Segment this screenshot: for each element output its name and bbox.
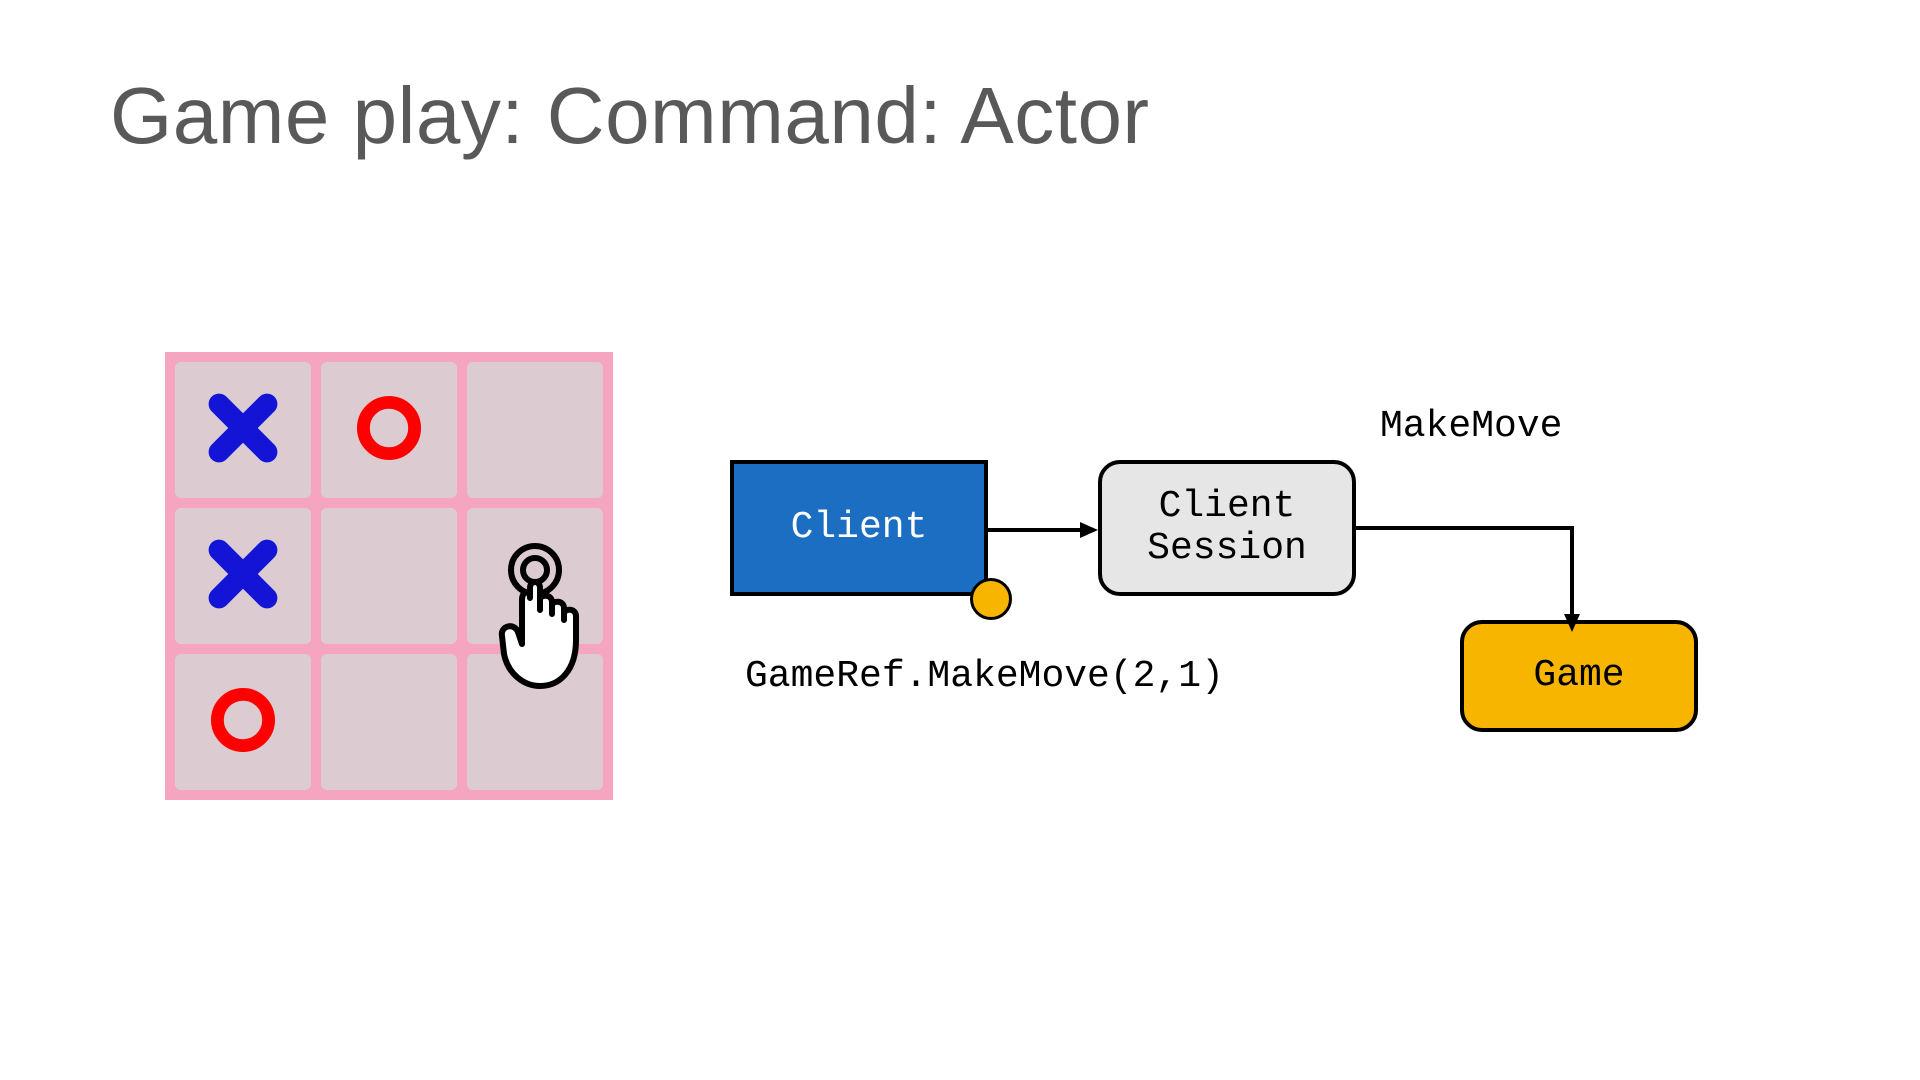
o-mark-icon: [349, 388, 429, 473]
node-game-label: Game: [1533, 655, 1624, 697]
cell-2-1[interactable]: [321, 654, 457, 790]
cell-1-0[interactable]: [175, 508, 311, 644]
arrow-session-to-game: [1356, 518, 1596, 638]
arrow-client-to-session: [988, 518, 1098, 542]
slide-root: Game play: Command: Actor: [0, 0, 1920, 1080]
node-client: Client: [730, 460, 988, 596]
node-client-label: Client: [791, 507, 928, 549]
node-client-session: Client Session: [1098, 460, 1356, 596]
cell-0-1[interactable]: [321, 362, 457, 498]
client-port-icon: [970, 578, 1012, 620]
o-mark-icon: [203, 680, 283, 765]
x-mark-icon: [203, 534, 283, 619]
cell-0-2[interactable]: [467, 362, 603, 498]
label-gameref-call: GameRef.MakeMove(2,1): [745, 655, 1224, 698]
cell-0-0[interactable]: [175, 362, 311, 498]
label-makemove: MakeMove: [1380, 405, 1562, 448]
x-mark-icon: [203, 388, 283, 473]
slide-title: Game play: Command: Actor: [110, 70, 1150, 162]
node-session-label-line2: Session: [1147, 528, 1307, 570]
node-session-label-line1: Client: [1147, 486, 1307, 528]
cell-2-0[interactable]: [175, 654, 311, 790]
tap-hand-icon: [490, 540, 610, 700]
cell-1-1[interactable]: [321, 508, 457, 644]
actor-diagram: Client Client Session Game Make: [730, 440, 1770, 790]
